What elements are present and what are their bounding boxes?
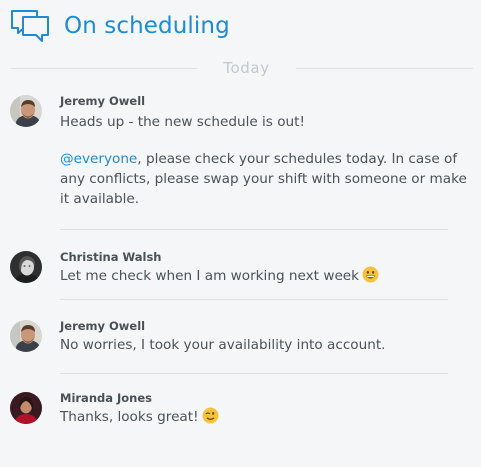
divider-line	[296, 68, 473, 69]
message-author[interactable]: Miranda Jones	[60, 390, 472, 406]
message-text-content: Thanks, looks great!	[60, 409, 199, 425]
message-item: Christina Walsh Let me check when I am w…	[10, 249, 472, 291]
message-text: Heads up - the new schedule is out!	[60, 114, 305, 130]
message-item: Jeremy Owell No worries, I took your ava…	[10, 318, 472, 360]
winking-face-emoji-icon	[202, 407, 219, 424]
message-separator	[60, 373, 448, 374]
conversation-title: On scheduling	[64, 13, 230, 39]
message-separator	[60, 299, 448, 300]
message-separator	[60, 229, 448, 230]
message-body: Jeremy Owell Heads up - the new schedule…	[60, 93, 472, 209]
avatar[interactable]	[10, 392, 42, 424]
date-divider: Today	[11, 58, 473, 78]
date-divider-label: Today	[223, 59, 270, 77]
message-author[interactable]: Jeremy Owell	[60, 318, 472, 334]
mention-everyone[interactable]: @everyone	[60, 151, 137, 167]
message-text: Thanks, looks great!	[60, 407, 472, 427]
message-body: Miranda Jones Thanks, looks great!	[60, 390, 472, 427]
divider-line	[11, 68, 197, 69]
message-item: Jeremy Owell Heads up - the new schedule…	[10, 93, 472, 215]
message-item: Miranda Jones Thanks, looks great!	[10, 390, 472, 432]
message-text: No worries, I took your availability int…	[60, 337, 386, 353]
grinning-face-emoji-icon	[362, 266, 379, 283]
conversation-header: On scheduling	[10, 8, 230, 44]
message-text-content: Let me check when I am working next week	[60, 268, 360, 284]
chat-bubbles-icon	[11, 10, 49, 42]
message-author[interactable]: Jeremy Owell	[60, 93, 472, 109]
message-author[interactable]: Christina Walsh	[60, 249, 472, 265]
message-text: @everyone, please check your schedules t…	[60, 149, 472, 209]
message-text: Let me check when I am working next week	[60, 266, 472, 286]
avatar[interactable]	[10, 95, 42, 127]
avatar[interactable]	[10, 251, 42, 283]
message-body: Christina Walsh Let me check when I am w…	[60, 249, 472, 286]
message-body: Jeremy Owell No worries, I took your ava…	[60, 318, 472, 355]
avatar[interactable]	[10, 320, 42, 352]
